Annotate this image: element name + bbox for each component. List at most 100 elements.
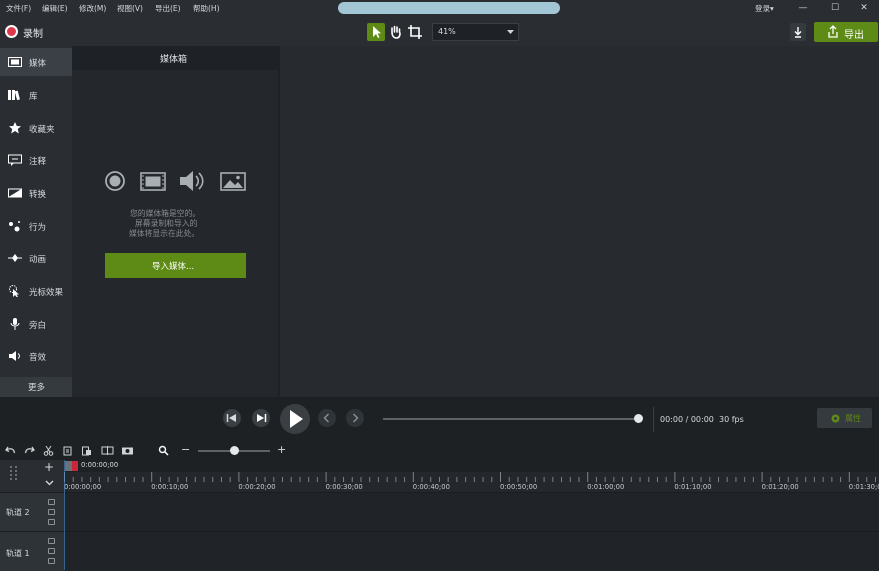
crop-tool[interactable] xyxy=(406,23,424,41)
track-lane[interactable] xyxy=(64,531,879,571)
close-button[interactable]: ✕ xyxy=(849,0,879,17)
ruler-tick-label: 0:01:20;00 xyxy=(761,483,799,491)
export-button[interactable]: 导出 xyxy=(814,22,878,42)
sidebar-item-favorites[interactable]: 收藏夹 xyxy=(0,114,72,142)
step-back-button[interactable] xyxy=(223,409,241,427)
media-bin-header: 媒体箱 xyxy=(72,46,278,70)
sidebar-item-annotations[interactable]: 注释 xyxy=(0,146,72,174)
sidebar-item-media[interactable]: 媒体 xyxy=(0,48,72,76)
menu-edit[interactable]: 编辑(E) xyxy=(42,3,68,14)
menu-modify[interactable]: 修改(M) xyxy=(79,3,106,14)
play-button[interactable] xyxy=(280,404,310,434)
playhead-marker[interactable] xyxy=(72,461,78,471)
zoom-in-button[interactable]: + xyxy=(277,443,286,456)
track-lane[interactable] xyxy=(64,492,879,531)
toolbar: 录制 41% 导出 xyxy=(0,17,879,47)
zoom-select[interactable]: 41% xyxy=(432,23,519,41)
sidebar-item-transitions[interactable]: 转换 xyxy=(0,179,72,207)
ruler-tick-label: 0:00:20;00 xyxy=(238,483,276,491)
import-media-label: 导入媒体... xyxy=(152,262,195,272)
track-header[interactable]: 轨道 2 xyxy=(0,492,64,531)
arrow-pointer-icon xyxy=(373,26,381,38)
menu-view[interactable]: 视图(V) xyxy=(117,3,143,14)
ruler-tick-label: 0:00:00;00 xyxy=(64,483,102,491)
sidebar-item-voice-narration[interactable]: 旁白 xyxy=(0,310,72,338)
share-icon xyxy=(828,25,838,38)
sidebar-item-library[interactable]: 库 xyxy=(0,81,72,109)
undo-icon[interactable] xyxy=(5,445,16,456)
sidebar-item-label: 光标效果 xyxy=(29,288,64,298)
lock-icon[interactable] xyxy=(48,499,55,505)
record-label[interactable]: 录制 xyxy=(23,25,43,40)
menu-help[interactable]: 帮助(H) xyxy=(193,3,220,14)
snapshot-icon[interactable] xyxy=(121,445,134,456)
record-circle-icon xyxy=(105,171,125,191)
sidebar-item-cursor-effects[interactable]: 光标效果 xyxy=(0,277,72,305)
step-forward-button[interactable] xyxy=(252,409,270,427)
split-icon[interactable] xyxy=(101,445,114,456)
sidebar-item-audio-effects[interactable]: 音效 xyxy=(0,342,72,370)
gear-icon xyxy=(831,414,840,423)
ruler-tick-label: 0:00:40;00 xyxy=(412,483,450,491)
track-header[interactable]: 轨道 1 xyxy=(0,531,64,571)
grip-handle-icon[interactable] xyxy=(10,466,12,468)
properties-button[interactable]: 属性 xyxy=(817,408,872,428)
lock-icon[interactable] xyxy=(48,538,55,544)
sidebar-item-label: 库 xyxy=(29,92,38,102)
select-tool[interactable] xyxy=(367,23,385,41)
scrub-bar[interactable] xyxy=(383,418,638,420)
sidebar-item-behaviors[interactable]: 行为 xyxy=(0,212,72,240)
scrub-handle[interactable] xyxy=(634,414,643,423)
more-button[interactable]: 更多 xyxy=(0,377,72,397)
mute-icon[interactable] xyxy=(48,519,55,525)
next-button[interactable] xyxy=(346,409,364,427)
step-back-icon xyxy=(226,414,236,422)
eye-icon[interactable] xyxy=(48,509,55,515)
divider xyxy=(653,407,654,432)
login-menu[interactable]: 登录▾ xyxy=(755,3,774,14)
paste-icon[interactable] xyxy=(81,445,92,456)
ruler-tick-label: 0:00:30;00 xyxy=(325,483,363,491)
hand-icon xyxy=(391,25,401,39)
sidebar-item-label: 注释 xyxy=(29,157,47,167)
step-forward-icon xyxy=(257,414,267,422)
cut-icon[interactable] xyxy=(43,445,54,456)
properties-label: 属性 xyxy=(845,414,861,423)
zoom-out-button[interactable]: − xyxy=(181,443,190,456)
sidebar: 媒体 库 收藏夹 注释 转换 行为 动画 光标效果 旁白 音效 更多 xyxy=(0,46,72,397)
chevron-left-icon xyxy=(323,413,329,423)
import-media-button[interactable]: 导入媒体... xyxy=(105,253,246,278)
previous-button[interactable] xyxy=(318,409,336,427)
timeline-ruler[interactable]: 0:00:00;00 0:00:00;00 0:00:10;00 0:00:20;0… xyxy=(64,460,879,492)
ruler-ticks xyxy=(64,472,876,482)
image-icon xyxy=(220,172,246,191)
copy-icon[interactable] xyxy=(62,445,73,456)
minimize-button[interactable]: — xyxy=(788,0,818,17)
fps-display: 30 fps xyxy=(719,415,744,424)
record-icon xyxy=(7,27,16,36)
sidebar-item-label: 行为 xyxy=(29,223,47,233)
menu-bar: 文件(F) 编辑(E) 修改(M) 视图(V) 导出(E) 帮助(H) 登录▾ … xyxy=(0,0,879,17)
playhead-time: 0:00:00;00 xyxy=(81,461,119,469)
cursor-effect-icon xyxy=(9,285,19,297)
mute-icon[interactable] xyxy=(48,558,55,564)
track-name: 轨道 2 xyxy=(6,508,30,517)
animation-icon xyxy=(8,254,22,262)
record-button[interactable] xyxy=(5,25,18,38)
zoom-slider-handle[interactable] xyxy=(230,446,240,455)
eye-icon[interactable] xyxy=(48,548,55,554)
preview-canvas[interactable] xyxy=(280,46,879,397)
menu-export[interactable]: 导出(E) xyxy=(155,3,181,14)
track-headers: + 轨道 2 轨道 1 xyxy=(0,460,64,571)
timeline-toolbar: − + xyxy=(0,441,879,460)
pan-tool[interactable] xyxy=(387,23,405,41)
sidebar-item-animations[interactable]: 动画 xyxy=(0,244,72,272)
redo-icon[interactable] xyxy=(24,445,35,456)
download-button[interactable] xyxy=(790,23,806,41)
add-track-icon[interactable]: + xyxy=(44,460,54,474)
maximize-button[interactable]: ☐ xyxy=(820,0,850,17)
playback-controls: 00:00 / 00:00 30 fps 属性 xyxy=(0,397,879,441)
playhead-line xyxy=(64,460,65,570)
chevron-down-icon[interactable] xyxy=(45,480,54,486)
menu-file[interactable]: 文件(F) xyxy=(6,3,31,14)
